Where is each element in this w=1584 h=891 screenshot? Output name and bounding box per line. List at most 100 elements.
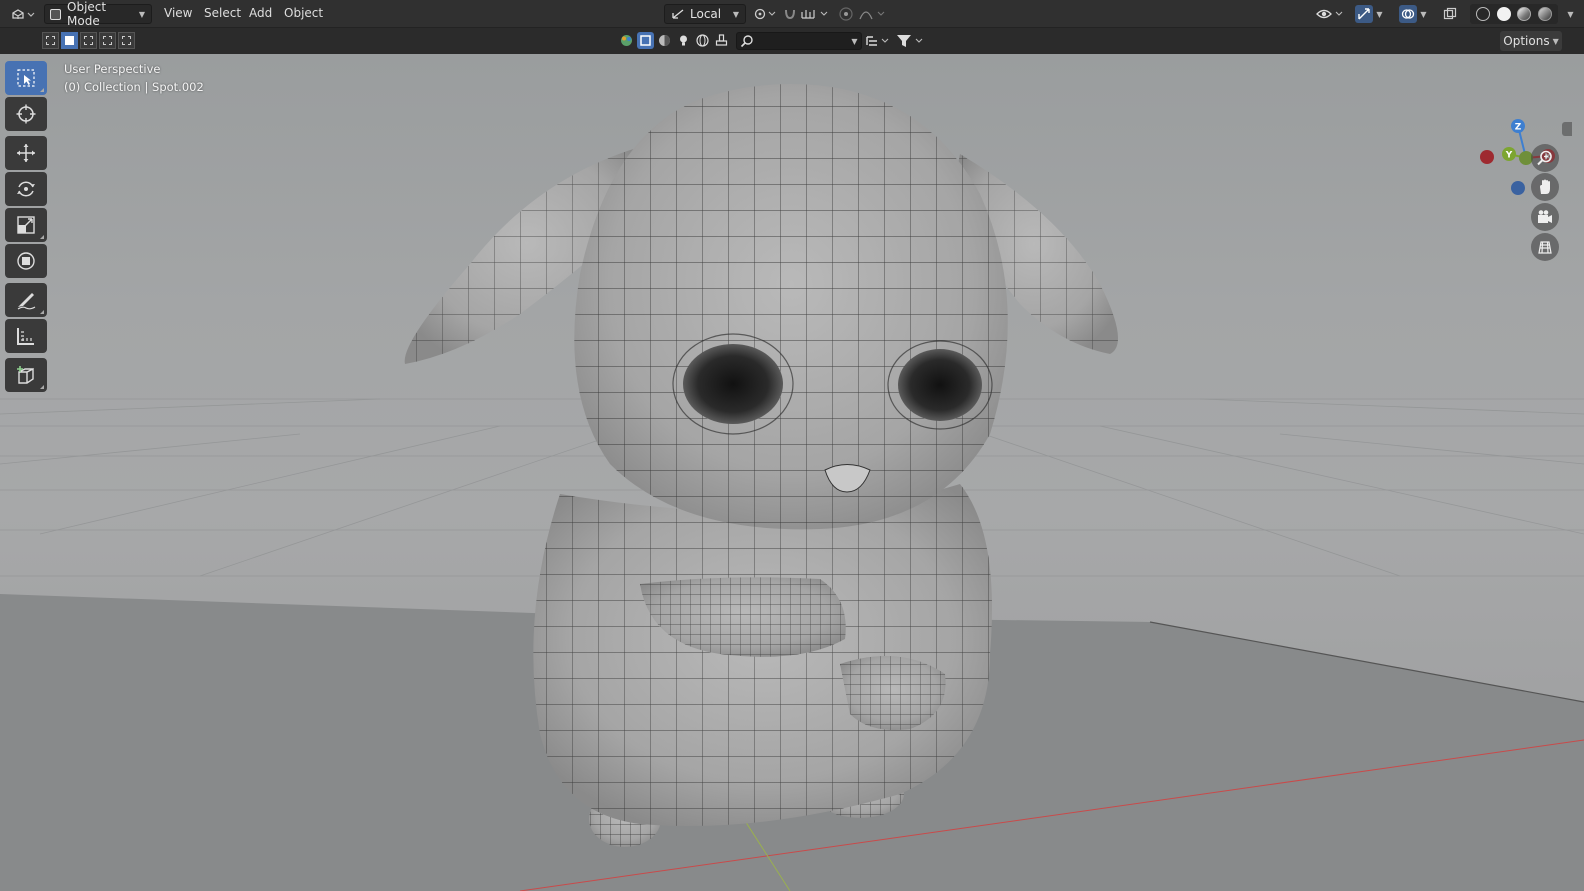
falloff-dropdown[interactable] <box>856 4 888 24</box>
search-input[interactable] <box>736 32 862 50</box>
light-filter-toggle[interactable] <box>675 32 692 49</box>
menu-select[interactable]: Select <box>204 6 241 20</box>
editor-type-button[interactable] <box>8 4 38 24</box>
snap-increment-icon <box>801 10 828 19</box>
rendered-shading-icon[interactable] <box>1537 7 1552 21</box>
select-subtract-icon <box>84 36 93 45</box>
camera-view-button[interactable] <box>1531 203 1559 231</box>
viewport-editor-icon <box>12 9 35 19</box>
transform-orientation-dropdown[interactable]: Local ▼ <box>664 4 746 24</box>
orientation-icon <box>672 9 684 19</box>
menu-add[interactable]: Add <box>249 6 272 20</box>
outliner-filter-icons <box>618 32 730 49</box>
add-cube-tool[interactable] <box>5 358 47 392</box>
pan-hand-icon <box>1540 179 1550 194</box>
svg-text:Y: Y <box>1505 151 1513 161</box>
gizmo-toggle[interactable] <box>1355 5 1374 23</box>
camera-icon <box>1538 210 1552 223</box>
mode-dropdown[interactable]: Object Mode ▼ <box>44 0 152 28</box>
scale-tool[interactable] <box>5 208 47 242</box>
menu-view[interactable]: View <box>164 6 192 20</box>
snap-toggle[interactable] <box>780 4 800 24</box>
add-cube-icon <box>17 366 34 384</box>
ortho-grid-icon <box>1538 241 1552 254</box>
object-filter-toggle[interactable] <box>637 32 654 49</box>
sidebar-toggle-tab[interactable] <box>1562 122 1572 136</box>
select-new-button[interactable] <box>42 32 59 49</box>
xray-toggle[interactable] <box>1440 4 1460 24</box>
viewport-header: Object Mode ▼ View Select Add Object Loc… <box>0 0 1584 28</box>
filter-icon <box>897 35 923 47</box>
select-difference-button[interactable] <box>99 32 116 49</box>
proportional-edit-toggle[interactable] <box>836 4 856 24</box>
overlay-dropdown[interactable]: ▼ <box>1394 4 1432 24</box>
collection-info: (0) Collection | Spot.002 <box>64 80 204 94</box>
cursor-tool[interactable] <box>5 97 47 131</box>
stamp-filter-toggle[interactable] <box>713 32 730 49</box>
chevron-down-icon: ▼ <box>138 9 145 19</box>
rotate-icon <box>17 181 35 197</box>
tool-variants-indicator <box>40 235 44 239</box>
select-box-icon <box>17 69 35 87</box>
left-eye <box>683 344 783 424</box>
viewport-scene <box>0 84 1584 891</box>
material-shading-icon[interactable] <box>1517 7 1532 21</box>
mesh-filter-toggle[interactable] <box>656 32 673 49</box>
select-extend-button[interactable] <box>61 32 78 49</box>
gizmo-z-neg[interactable] <box>1511 181 1525 195</box>
tool-header: ▼ Options ▼ <box>0 28 1584 54</box>
mode-label: Object Mode <box>67 0 107 28</box>
select-intersect-icon <box>122 36 131 45</box>
stamp-icon <box>715 34 728 46</box>
select-new-icon <box>46 36 55 45</box>
transform-tool[interactable] <box>5 244 47 278</box>
move-icon <box>17 144 35 162</box>
world-filter-toggle[interactable] <box>694 32 711 49</box>
menu-object[interactable]: Object <box>284 6 323 20</box>
select-box-tool[interactable] <box>5 61 47 95</box>
rotate-tool[interactable] <box>5 172 47 206</box>
list-tree-icon <box>866 36 889 46</box>
transform-icon <box>17 252 35 270</box>
options-label: Options <box>1503 34 1550 48</box>
falloff-icon <box>859 11 885 20</box>
object-mode-icon <box>50 8 61 20</box>
move-tool[interactable] <box>5 136 47 170</box>
solid-shading-icon[interactable] <box>1496 7 1511 21</box>
object-square-icon <box>640 35 651 46</box>
search-dropdown[interactable]: ▼ <box>846 31 860 51</box>
zoom-button[interactable] <box>1531 144 1559 172</box>
gizmo-dropdown[interactable]: ▼ <box>1350 4 1388 24</box>
tool-variants-indicator <box>40 310 44 314</box>
annotate-icon <box>17 293 36 310</box>
pivot-icon <box>754 8 776 20</box>
gizmo-icon <box>1358 8 1371 20</box>
cursor-icon <box>16 104 36 124</box>
orientation-label: Local <box>690 7 722 21</box>
ortho-toggle-button[interactable] <box>1531 233 1559 261</box>
wireframe-shading-icon[interactable] <box>1476 7 1491 21</box>
chevron-down-icon: ▼ <box>732 9 739 19</box>
options-button[interactable]: Options ▼ <box>1500 31 1562 51</box>
zoom-icon <box>1537 150 1552 166</box>
palette-icon <box>621 35 632 46</box>
3d-viewport[interactable]: User Perspective (0) Collection | Spot.0… <box>0 54 1584 891</box>
select-subtract-button[interactable] <box>80 32 97 49</box>
filter-dropdown[interactable] <box>894 31 926 51</box>
overlay-toggle[interactable] <box>1399 5 1418 23</box>
pan-button[interactable] <box>1531 173 1559 201</box>
color-palette-toggle[interactable] <box>618 32 635 49</box>
chevron-down-icon: ▼ <box>1552 36 1559 46</box>
select-intersect-button[interactable] <box>118 32 135 49</box>
select-mode-group <box>42 32 135 49</box>
snap-target-dropdown[interactable] <box>800 4 830 24</box>
world-icon <box>696 34 709 47</box>
tool-shelf <box>5 61 47 394</box>
shading-options-dropdown[interactable]: ▼ <box>1560 4 1578 24</box>
pivot-point-button[interactable] <box>752 4 778 24</box>
gizmo-x-neg[interactable] <box>1480 150 1494 164</box>
annotate-tool[interactable] <box>5 283 47 317</box>
display-mode-dropdown[interactable] <box>864 31 892 51</box>
measure-tool[interactable] <box>5 319 47 353</box>
visibility-dropdown[interactable] <box>1314 4 1346 24</box>
